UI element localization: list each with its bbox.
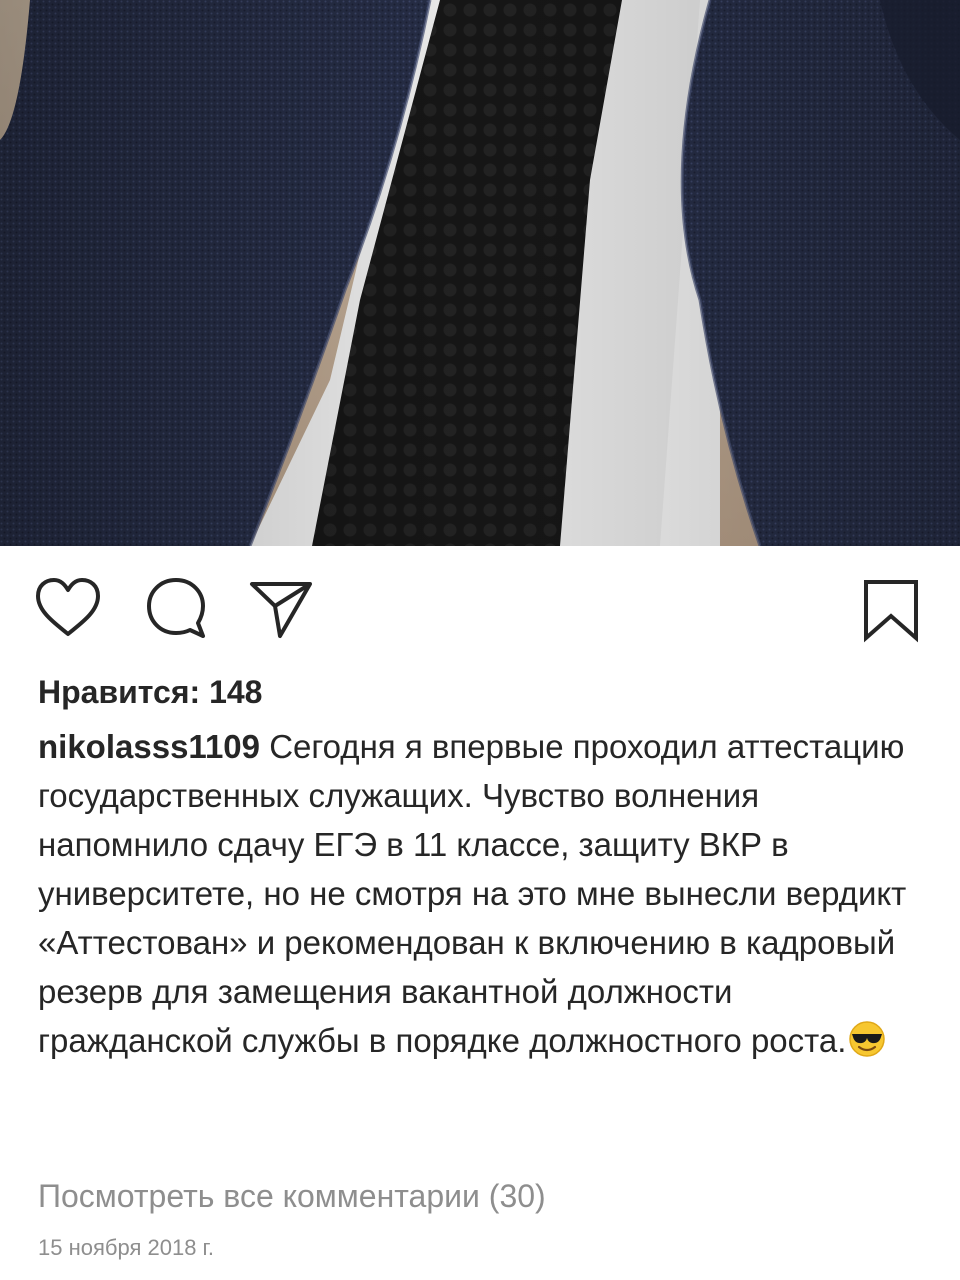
suit-and-tie-image [0,0,960,546]
post-action-bar [0,560,960,660]
post-photo[interactable] [0,0,960,546]
bookmark-icon[interactable] [854,572,926,644]
likes-label: Нравится: [38,674,201,710]
view-all-comments-link[interactable]: Посмотреть все комментарии (30) [38,1172,546,1220]
paper-plane-icon[interactable] [244,572,316,644]
caption-username[interactable]: nikolasss1109 [38,728,260,765]
likes-count[interactable]: Нравится: 148 [38,668,262,716]
likes-number: 148 [209,674,263,710]
caption-text: Сегодня я впервые проходил аттестацию го… [38,728,907,1059]
heart-icon[interactable] [32,572,104,644]
comment-bubble-icon[interactable] [140,572,212,644]
post-date: 15 ноября 2018 г. [38,1235,214,1260]
post-caption: nikolasss1109 Сегодня я впервые проходил… [38,722,928,1065]
smiling-face-with-sunglasses-icon [849,1021,886,1057]
